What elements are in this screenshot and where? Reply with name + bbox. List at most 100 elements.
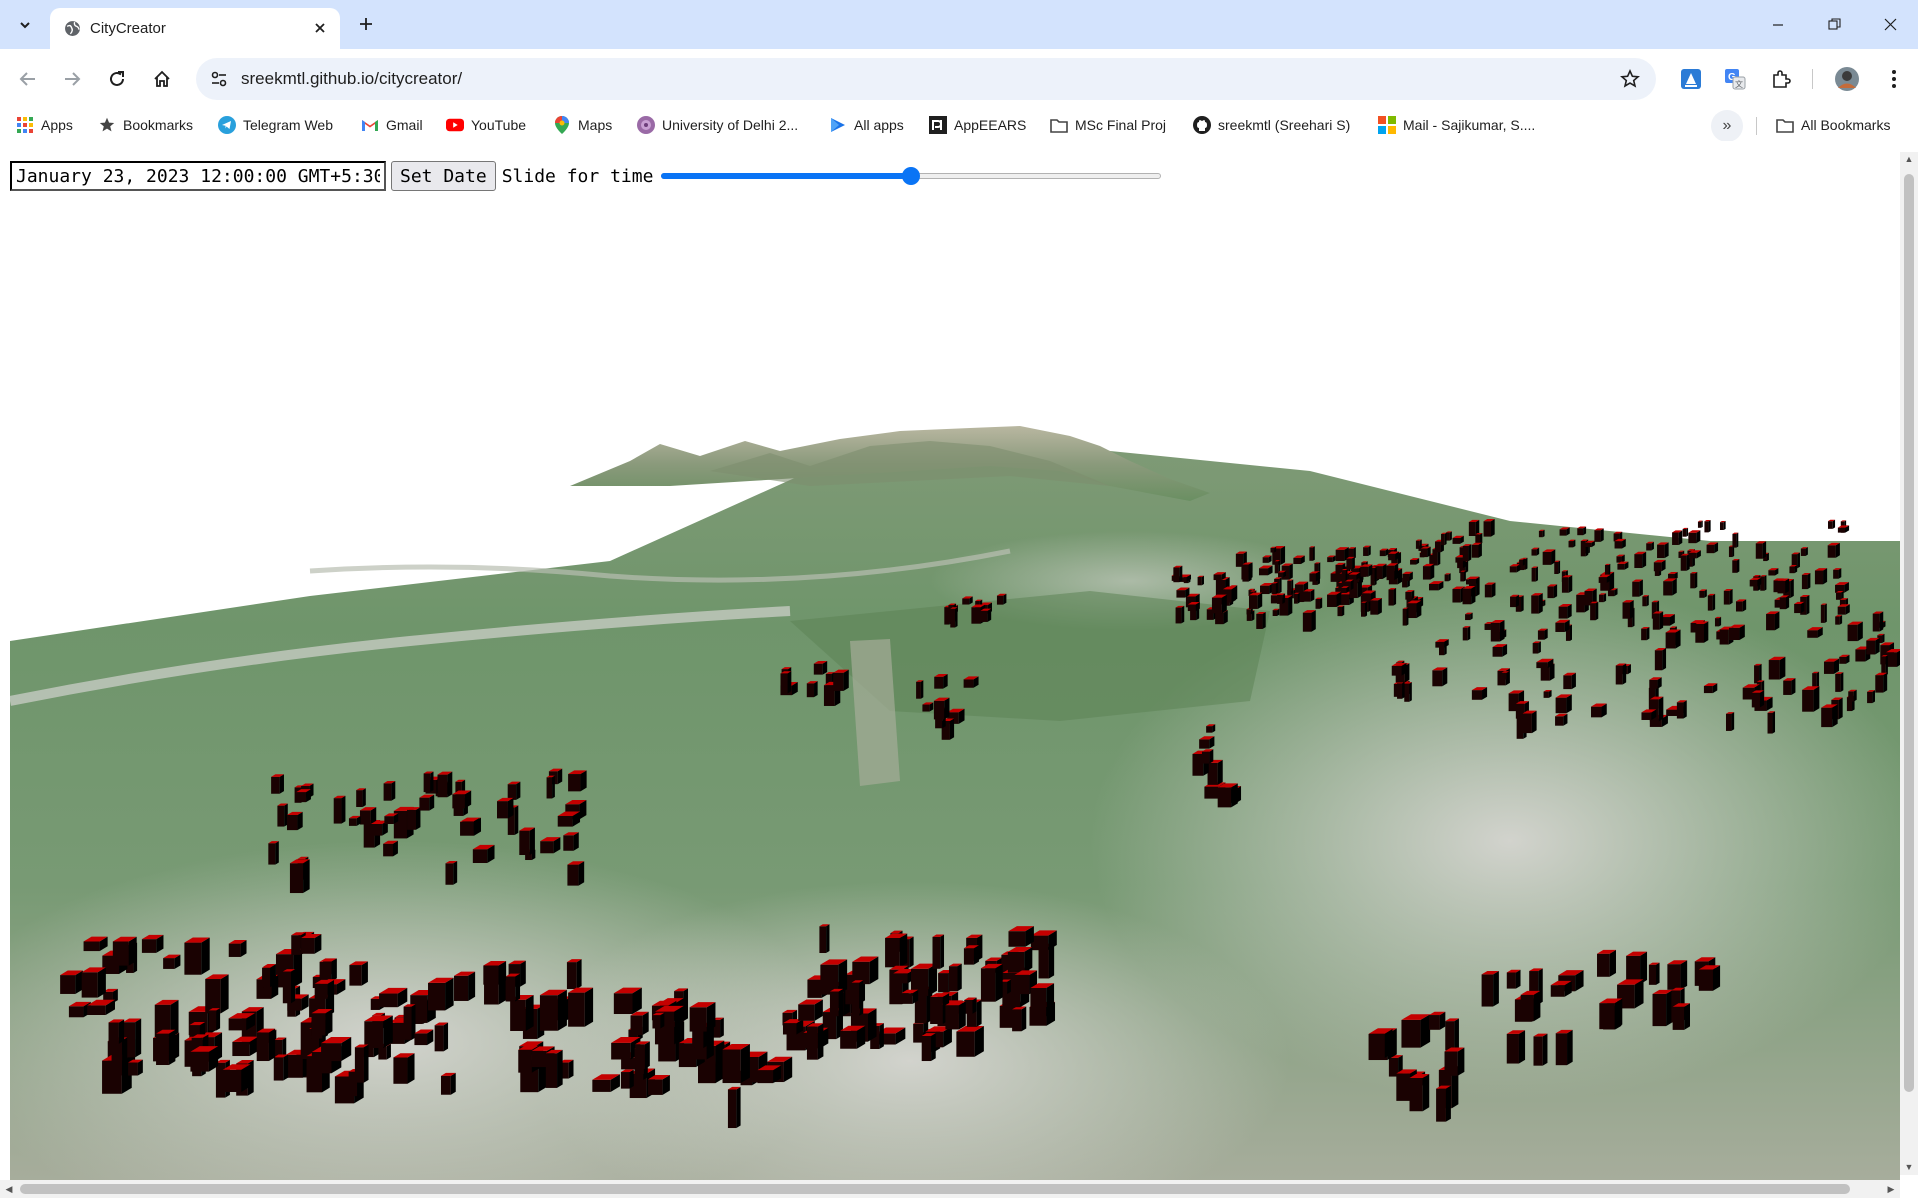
bookmark-mail[interactable]: Mail - Sajikumar, S.... — [1378, 113, 1535, 137]
building-wall — [1484, 623, 1491, 630]
building-wall — [163, 958, 175, 969]
building-wall — [1594, 530, 1601, 542]
building — [1688, 530, 1701, 544]
horizontal-scroll-thumb[interactable] — [20, 1184, 1850, 1194]
back-button[interactable] — [12, 63, 44, 95]
window-close-button[interactable] — [1862, 0, 1918, 49]
building — [1445, 531, 1452, 541]
slider-thumb[interactable] — [902, 167, 921, 185]
scroll-right-arrow-icon[interactable]: ▶ — [1886, 1184, 1896, 1194]
building-wall — [184, 942, 202, 975]
terrain-3d-scene[interactable] — [10, 141, 1900, 1181]
bookmark-telegram[interactable]: Telegram Web — [218, 113, 333, 137]
building-side — [557, 989, 567, 1031]
building-wall — [68, 1006, 84, 1018]
scroll-left-arrow-icon[interactable]: ◀ — [4, 1184, 14, 1194]
bookmarks-overflow-button[interactable]: » — [1711, 110, 1743, 142]
building-wall — [228, 943, 241, 957]
vertical-scroll-thumb[interactable] — [1904, 174, 1914, 1092]
building-side — [1521, 595, 1524, 612]
building-wall — [1641, 712, 1652, 720]
tab-close-button[interactable] — [308, 16, 332, 40]
building-wall — [437, 774, 448, 798]
building-side — [1275, 582, 1279, 595]
bookmark-university[interactable]: University of Delhi 2... — [637, 113, 798, 137]
building-wall — [311, 1013, 326, 1036]
horizontal-scrollbar[interactable]: ◀ ▶ — [0, 1180, 1900, 1198]
building — [568, 987, 594, 1027]
extensions-button[interactable] — [1765, 63, 1797, 95]
building-side — [573, 832, 579, 851]
building — [1848, 689, 1857, 702]
bookmark-appeears[interactable]: AppEEARS — [929, 113, 1026, 137]
building-side — [514, 805, 519, 835]
tab-search-button[interactable] — [10, 10, 40, 40]
building-wall — [1432, 670, 1443, 687]
set-date-button[interactable]: Set Date — [391, 161, 496, 191]
building-side — [1791, 678, 1796, 695]
building — [540, 837, 561, 854]
building-wall — [232, 1041, 250, 1057]
address-bar[interactable]: sreekmtl.github.io/citycreator/ — [196, 58, 1656, 100]
building — [1484, 582, 1496, 598]
bookmarks-bar: Apps Bookmarks Telegram Web Gmail YouTub… — [0, 109, 1918, 142]
profile-button[interactable] — [1831, 63, 1863, 95]
building-wall — [1789, 566, 1795, 574]
building-wall — [563, 835, 574, 851]
bookmark-all-apps[interactable]: All apps — [829, 113, 904, 137]
home-button[interactable] — [146, 63, 178, 95]
building-side — [386, 1043, 391, 1060]
bookmark-star-button[interactable] — [1616, 65, 1644, 93]
bookmark-apps[interactable]: Apps — [16, 113, 73, 137]
building-wall — [1471, 544, 1479, 558]
site-info-button[interactable] — [204, 64, 234, 94]
building-wall — [851, 982, 860, 1016]
forward-button[interactable] — [56, 63, 88, 95]
svg-text:文: 文 — [1735, 79, 1743, 89]
bookmark-bookmarks[interactable]: Bookmarks — [98, 113, 193, 137]
building-side — [1479, 532, 1483, 545]
bookmark-gmail[interactable]: Gmail — [361, 113, 423, 137]
restore-button[interactable] — [1806, 0, 1862, 49]
building-wall — [1370, 600, 1379, 615]
minimize-button[interactable] — [1750, 0, 1806, 49]
menu-button[interactable] — [1878, 63, 1910, 95]
reload-button[interactable] — [101, 63, 133, 95]
scroll-down-arrow-icon[interactable]: ▼ — [1904, 1162, 1914, 1172]
building — [813, 661, 828, 675]
building-side — [1449, 531, 1452, 541]
time-slider[interactable] — [661, 166, 1162, 186]
building — [1409, 1074, 1430, 1112]
building — [1559, 527, 1570, 536]
google-translate-button[interactable]: G文 — [1719, 63, 1751, 95]
extension-button-1[interactable] — [1675, 63, 1707, 95]
building — [1802, 686, 1820, 712]
bookmark-youtube[interactable]: YouTube — [446, 113, 526, 137]
active-tab[interactable]: CityCreator — [50, 8, 340, 49]
building — [1634, 551, 1647, 569]
building-wall — [1388, 589, 1394, 606]
building-side — [1600, 528, 1604, 542]
building — [945, 1001, 966, 1030]
all-bookmarks-button[interactable]: All Bookmarks — [1776, 113, 1890, 137]
building — [423, 771, 434, 793]
building-side — [1566, 694, 1572, 714]
building-side — [1767, 552, 1769, 562]
building-wall — [1270, 595, 1278, 604]
building — [1767, 711, 1776, 734]
date-input[interactable] — [10, 161, 386, 191]
bookmark-msc-folder[interactable]: MSc Final Proj — [1050, 113, 1166, 137]
building — [1698, 965, 1721, 991]
new-tab-button[interactable] — [352, 10, 380, 38]
building — [323, 958, 336, 975]
building-wall — [567, 864, 579, 886]
vertical-scrollbar[interactable]: ▲ ▼ — [1900, 152, 1918, 1175]
bookmark-github[interactable]: sreekmtl (Sreehari S) — [1193, 113, 1350, 137]
building-wall — [141, 939, 157, 953]
building-wall — [333, 798, 342, 824]
building-wall — [1439, 641, 1445, 656]
building — [1008, 926, 1034, 947]
bookmark-maps[interactable]: Maps — [553, 113, 612, 137]
building-side — [736, 1086, 741, 1129]
scroll-up-arrow-icon[interactable]: ▲ — [1904, 154, 1914, 164]
